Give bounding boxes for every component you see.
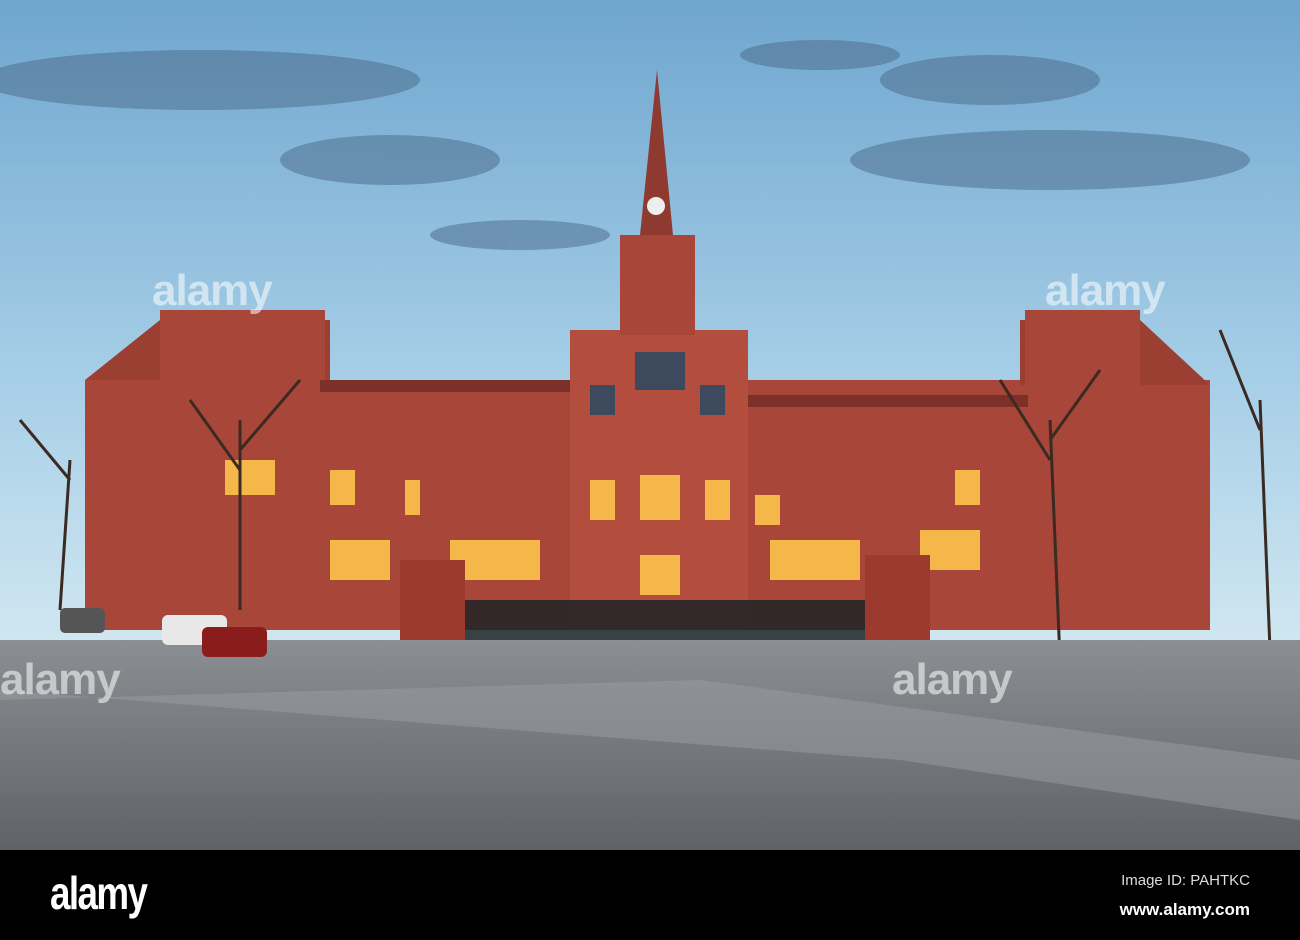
footer-bar: alamy Image ID: PAHTKC www.alamy.com — [0, 850, 1300, 940]
watermark: alamy — [0, 655, 121, 704]
watermark: alamy — [152, 266, 273, 315]
alamy-logo: alamy — [50, 867, 148, 919]
watermark: alamy — [892, 655, 1013, 704]
image-id: Image ID: PAHTKC — [1121, 872, 1250, 889]
watermark: alamy — [1045, 266, 1166, 315]
website-link[interactable]: www.alamy.com — [1120, 900, 1250, 920]
photo-hospital-sant-pau — [0, 0, 1300, 850]
